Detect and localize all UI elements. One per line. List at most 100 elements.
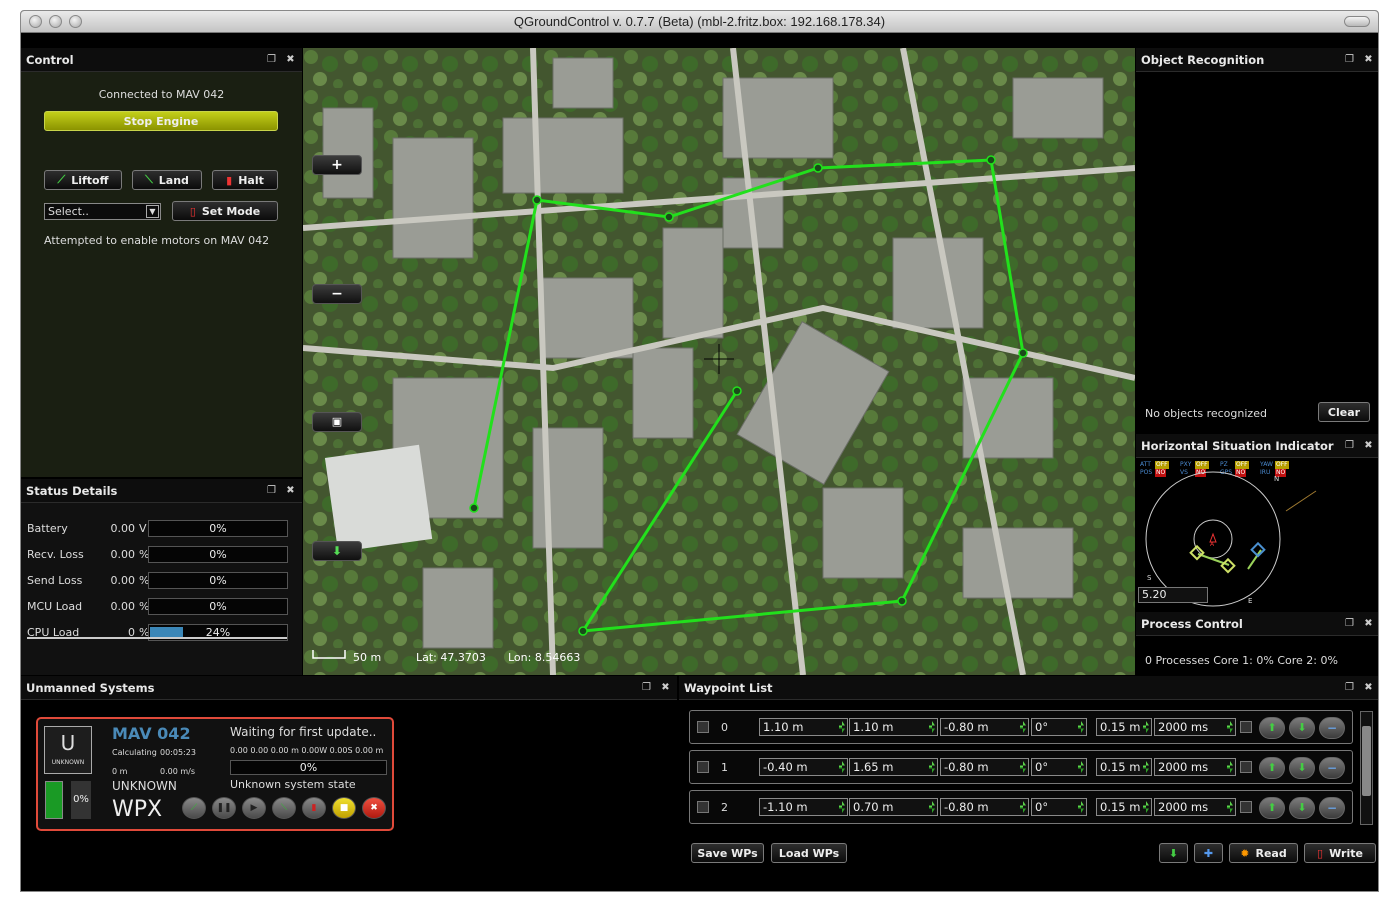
mode-select[interactable]: Select.. ▼ (44, 203, 161, 220)
read-icon: ✹ (1240, 846, 1250, 860)
toolbar-toggle-button[interactable] (1344, 16, 1370, 27)
waypoint-y-field[interactable]: 0.70 m (849, 798, 938, 816)
remove-icon[interactable]: − (1319, 717, 1345, 739)
waypoint-select-checkbox[interactable] (697, 721, 709, 733)
control-message: Attempted to enable motors on MAV 042 (44, 234, 270, 247)
remove-icon[interactable]: − (1319, 797, 1345, 819)
play-icon[interactable]: ▶ (242, 797, 266, 819)
download-icon[interactable]: ⬇ (1159, 843, 1188, 863)
waypoint-hold-field[interactable]: 2000 ms (1154, 758, 1236, 776)
move-down-icon[interactable]: ⬇ (1289, 797, 1315, 819)
close-icon[interactable]: ✖ (1363, 682, 1374, 693)
map-view[interactable]: + − ▣ ⬇ 50 m Lat: 47.3703 Lon: 8.54663 (303, 48, 1135, 675)
zoom-out-button[interactable]: − (312, 284, 362, 304)
halt-icon[interactable]: ▮ (302, 797, 326, 819)
float-icon[interactable]: ❐ (266, 54, 277, 65)
liftoff-button[interactable]: ⟋ Liftoff (44, 170, 122, 190)
zoom-window-button[interactable] (69, 15, 82, 28)
hsi-value-field[interactable]: 5.20 (1138, 587, 1208, 603)
close-icon[interactable]: ✖ (1363, 618, 1374, 629)
waypoint-row[interactable]: 0 1.10 m 1.10 m -0.80 m 0° 0.15 m 2000 m… (689, 710, 1353, 744)
status-value: 0.00 (110, 522, 136, 535)
float-icon[interactable]: ❐ (266, 485, 277, 496)
move-up-icon[interactable]: ⬆ (1259, 797, 1285, 819)
waypoint-z-field[interactable]: -0.80 m (940, 718, 1029, 736)
close-icon[interactable]: ✖ (285, 485, 296, 496)
waypoint-select-checkbox[interactable] (697, 761, 709, 773)
waypoint-radius-field[interactable]: 0.15 m (1096, 798, 1152, 816)
close-icon[interactable]: ✖ (1363, 54, 1374, 65)
move-up-icon[interactable]: ⬆ (1259, 757, 1285, 779)
waypoint-x-field[interactable]: -0.40 m (759, 758, 848, 776)
land-button[interactable]: ⟍ Land (132, 170, 202, 190)
waypoint-y-field[interactable]: 1.65 m (849, 758, 938, 776)
liftoff-icon[interactable]: ⟋ (182, 797, 206, 819)
land-icon[interactable]: ⟍ (272, 797, 296, 819)
close-icon[interactable]: ✖ (285, 54, 296, 65)
process-status: 0 Processes Core 1: 0% Core 2: 0% (1145, 654, 1338, 667)
app-window: QGroundControl v. 0.7.7 (Beta) (mbl-2.fr… (20, 10, 1379, 892)
set-mode-button[interactable]: ▯ Set Mode (172, 201, 278, 221)
stop-icon[interactable]: ■ (332, 797, 356, 819)
waypoint-scrollbar[interactable] (1360, 711, 1373, 825)
close-icon[interactable]: ✖ (660, 682, 671, 693)
stop-engine-button[interactable]: Stop Engine (44, 111, 278, 131)
save-wps-button[interactable]: Save WPs (691, 843, 764, 863)
remove-icon[interactable]: − (1319, 757, 1345, 779)
waypoint-radius-field[interactable]: 0.15 m (1096, 718, 1152, 736)
pause-icon[interactable]: ❚❚ (212, 797, 236, 819)
set-mode-label: Set Mode (201, 204, 261, 218)
uas-type: UNKNOWN (51, 759, 85, 766)
waypoint-yaw-field[interactable]: 0° (1031, 798, 1087, 816)
waypoint-hold-field[interactable]: 2000 ms (1154, 718, 1236, 736)
write-button[interactable]: ▯ Write (1304, 843, 1376, 863)
zoom-in-button[interactable]: + (312, 155, 362, 175)
waypoint-yaw-field[interactable]: 0° (1031, 718, 1087, 736)
waypoint-list-panel: Waypoint List ❐ ✖ 0 1.10 m 1.10 m -0.80 m… (679, 676, 1378, 891)
waypoint-radius-field[interactable]: 0.15 m (1096, 758, 1152, 776)
object-recognition-title: Object Recognition (1141, 53, 1265, 67)
waypoint-yaw-field[interactable]: 0° (1031, 758, 1087, 776)
waypoint-z-field[interactable]: -0.80 m (940, 798, 1029, 816)
float-icon[interactable]: ❐ (1344, 440, 1355, 451)
download-icon[interactable]: ⬇ (312, 541, 362, 561)
waypoint-autocontinue-checkbox[interactable] (1240, 761, 1252, 773)
close-window-button[interactable] (29, 15, 42, 28)
close-icon[interactable]: ✖ (1363, 440, 1374, 451)
clear-button[interactable]: Clear (1318, 402, 1370, 422)
float-icon[interactable]: ❐ (1344, 682, 1355, 693)
waypoint-select-checkbox[interactable] (697, 801, 709, 813)
load-wps-button[interactable]: Load WPs (771, 843, 847, 863)
waypoint-autocontinue-checkbox[interactable] (1240, 801, 1252, 813)
move-down-icon[interactable]: ⬇ (1289, 757, 1315, 779)
add-icon[interactable]: ✚ (1194, 843, 1223, 863)
waypoint-row[interactable]: 1 -0.40 m 1.65 m -0.80 m 0° 0.15 m 2000 … (689, 750, 1353, 784)
float-icon[interactable]: ❐ (1344, 618, 1355, 629)
screen-icon[interactable]: ▣ (312, 412, 362, 432)
waypoint-hold-field[interactable]: 2000 ms (1154, 798, 1236, 816)
move-up-icon[interactable]: ⬆ (1259, 717, 1285, 739)
map-scale: 50 m (353, 651, 382, 664)
uas-card[interactable]: U UNKNOWN MAV 042 Calculating 00:05:23 0… (36, 717, 394, 831)
status-label: MCU Load (27, 600, 83, 613)
waypoint-autocontinue-checkbox[interactable] (1240, 721, 1252, 733)
waypoint-x-field[interactable]: 1.10 m (759, 718, 848, 736)
move-down-icon[interactable]: ⬇ (1289, 717, 1315, 739)
waypoint-z-field[interactable]: -0.80 m (940, 758, 1029, 776)
liftoff-label: Liftoff (71, 173, 109, 187)
aerial-map[interactable] (303, 48, 1135, 675)
window-title: QGroundControl v. 0.7.7 (Beta) (mbl-2.fr… (513, 14, 886, 29)
read-button[interactable]: ✹ Read (1229, 843, 1298, 863)
kill-icon[interactable]: ✖ (362, 797, 386, 819)
minimize-window-button[interactable] (49, 15, 62, 28)
float-icon[interactable]: ❐ (1344, 54, 1355, 65)
float-icon[interactable]: ❐ (641, 682, 652, 693)
waypoint-y-field[interactable]: 1.10 m (849, 718, 938, 736)
scrollbar-thumb[interactable] (1362, 726, 1371, 796)
read-label: Read (1255, 846, 1287, 860)
halt-button[interactable]: ▮ Halt (212, 170, 278, 190)
liftoff-icon: ⟋ (57, 173, 66, 186)
status-value: 0.00 (110, 600, 136, 613)
waypoint-row[interactable]: 2 -1.10 m 0.70 m -0.80 m 0° 0.15 m 2000 … (689, 790, 1353, 824)
waypoint-x-field[interactable]: -1.10 m (759, 798, 848, 816)
